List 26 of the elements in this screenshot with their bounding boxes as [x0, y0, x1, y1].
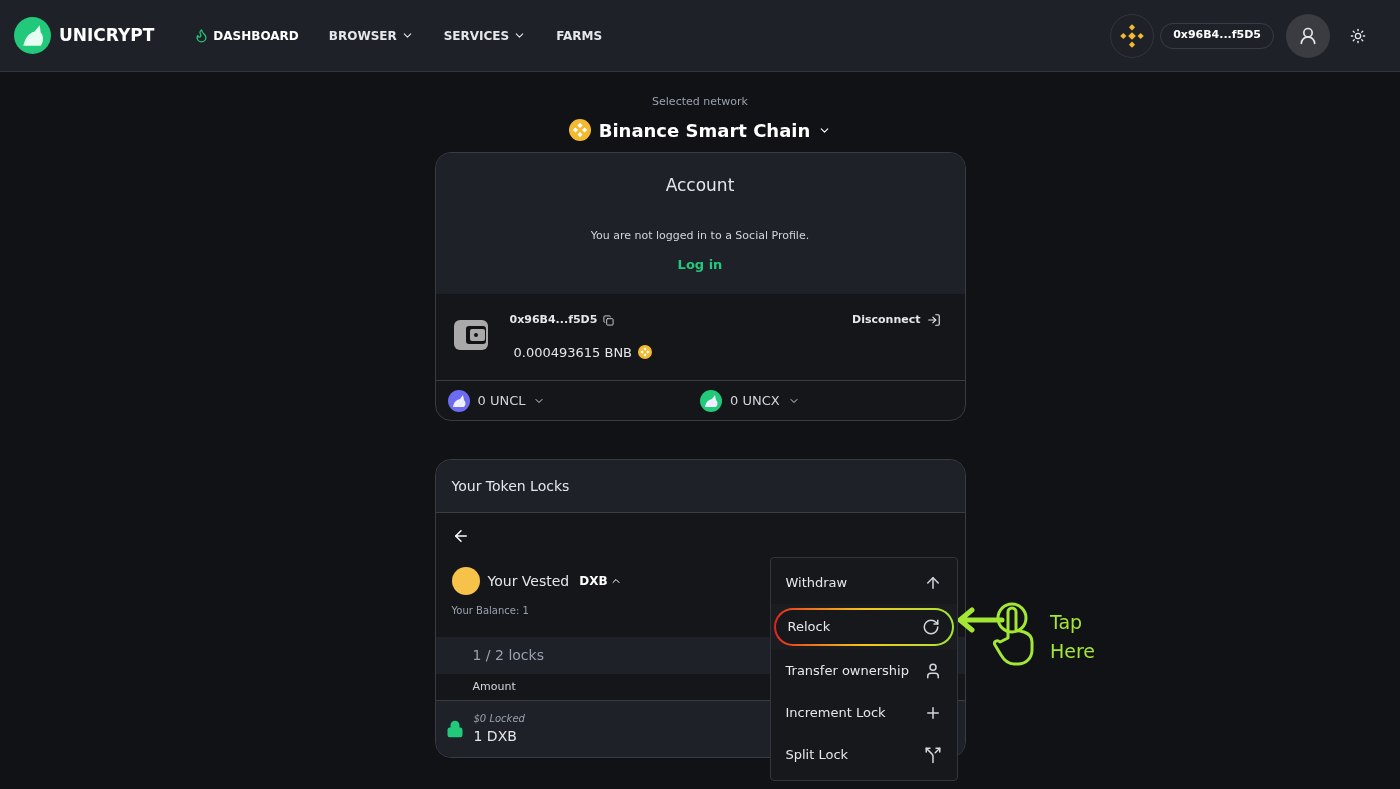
column-header: Amount — [472, 678, 516, 695]
disconnect-button[interactable]: Disconnect — [852, 312, 941, 329]
locks-count: 1 / 2 locks — [472, 646, 544, 665]
network-caption: Selected network — [652, 94, 748, 110]
token-toggle[interactable]: DXB — [579, 572, 622, 590]
annotation-text: Here — [1050, 639, 1096, 664]
annotation-text: Tap — [1050, 610, 1084, 635]
token-balance-button[interactable]: 0 UNCL — [447, 389, 700, 412]
balance-text: Your Balance: 1 — [451, 605, 529, 616]
nav-link[interactable]: BROWSER — [328, 26, 414, 45]
network-selector[interactable]: Binance Smart Chain — [568, 116, 832, 144]
locked-value: $0 Locked — [473, 712, 525, 726]
lock-amount: 1 DXB — [473, 727, 518, 746]
wallet-address: 0x96B4...f5D5 — [509, 312, 598, 328]
token-heading: Your Vested — [487, 571, 570, 591]
token-balance-button[interactable]: 0 UNCX — [700, 389, 953, 412]
login-link[interactable]: Log in — [677, 254, 723, 274]
nav-link[interactable]: DASHBOARD — [194, 26, 299, 45]
brand-name: UNICRYPT — [59, 23, 155, 47]
nav-link[interactable]: FARMS — [556, 26, 603, 45]
card-title: Your Token Locks — [451, 476, 570, 496]
nav-link[interactable]: SERVICES — [443, 26, 527, 45]
login-message: You are not logged in to a Social Profile. — [590, 228, 810, 244]
card-title: Account — [665, 173, 735, 197]
menu-item[interactable]: Relock — [773, 608, 954, 646]
bnb-balance: 0.000493615 BNB — [513, 343, 633, 362]
